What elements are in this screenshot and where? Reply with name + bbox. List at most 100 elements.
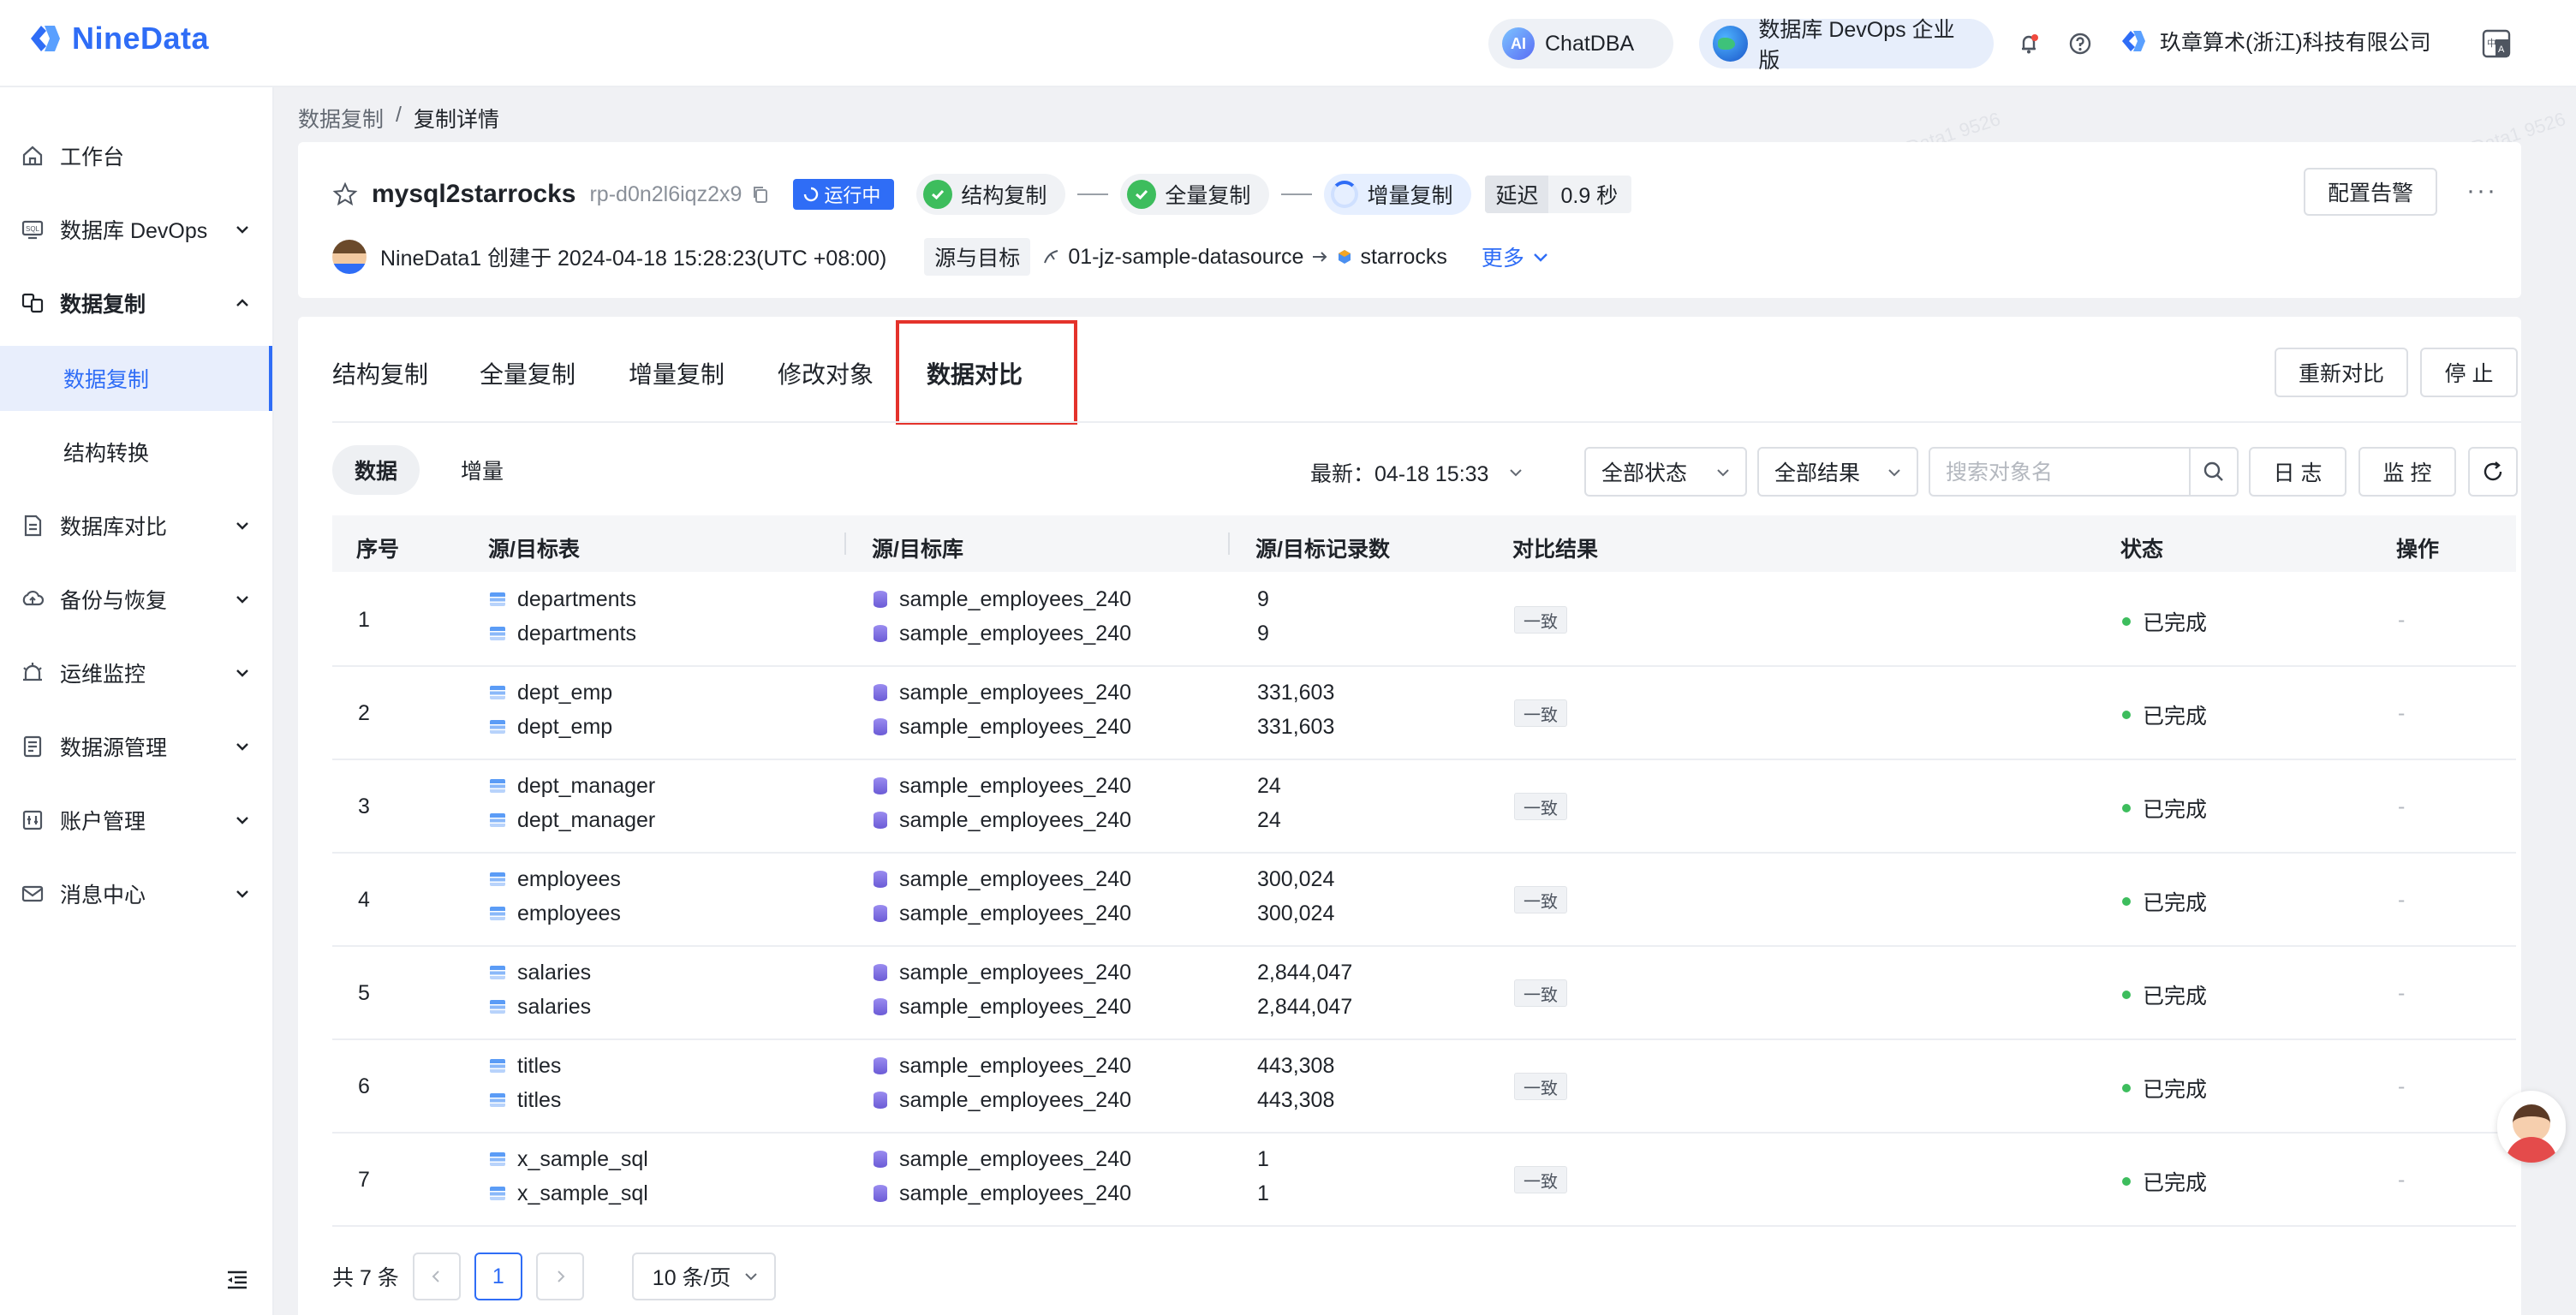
- step-schema-copy[interactable]: 结构复制: [916, 174, 1066, 215]
- source-database: sample_employees_240: [899, 960, 1132, 985]
- row-status: 已完成: [2122, 979, 2207, 1010]
- sidebar-item-label: 数据库对比: [60, 515, 168, 539]
- prev-page-button[interactable]: [412, 1253, 461, 1300]
- notification-bell-icon[interactable]: [2014, 29, 2043, 58]
- copy-icon[interactable]: [750, 184, 771, 205]
- table-icon: [490, 720, 505, 734]
- sidebar-item-backup[interactable]: 备份与恢复: [0, 567, 272, 632]
- sidebar-subitem-replication[interactable]: 数据复制: [0, 346, 272, 411]
- sidebar-item-ops-monitor[interactable]: 运维监控: [0, 640, 272, 705]
- seg-data[interactable]: 数据: [332, 445, 420, 495]
- target-database: sample_employees_240: [899, 994, 1132, 1019]
- source-datasource[interactable]: 01-jz-sample-datasource: [1068, 245, 1303, 270]
- top-bar: NineData AI ChatDBA 数据库 DevOps 企业版 玖章算术(…: [0, 0, 2576, 87]
- monitor-button[interactable]: 监 控: [2358, 447, 2456, 497]
- table-pair: employees employees: [490, 867, 621, 925]
- tab-incremental-copy[interactable]: 增量复制: [629, 356, 724, 390]
- count-pair: 1 1: [1257, 1147, 1269, 1205]
- page-size-select[interactable]: 10 条/页: [631, 1253, 776, 1300]
- search-input[interactable]: [1946, 459, 2177, 486]
- stop-button[interactable]: 停 止: [2420, 348, 2518, 397]
- refresh-button[interactable]: [2468, 447, 2518, 497]
- target-table: salaries: [517, 994, 592, 1019]
- next-page-button[interactable]: [535, 1253, 584, 1300]
- support-assistant-button[interactable]: [2497, 1091, 2566, 1163]
- column-divider: [844, 533, 846, 555]
- sidebar-item-datasource[interactable]: 数据源管理: [0, 714, 272, 779]
- brand-logo[interactable]: NineData: [26, 19, 209, 58]
- avatar: [332, 240, 367, 274]
- devops-edition-label: 数据库 DevOps 企业版: [1758, 18, 1955, 73]
- step-connector: [1281, 193, 1313, 195]
- database-icon: [874, 812, 887, 829]
- breadcrumb: 数据复制 / 复制详情: [298, 103, 499, 134]
- step-connector: [1077, 193, 1109, 195]
- table-row: 4 employees employees sample_employees_2…: [332, 854, 2516, 947]
- chevron-down-icon: [236, 522, 248, 530]
- count-pair: 2,844,047 2,844,047: [1257, 961, 1352, 1019]
- log-button[interactable]: 日 志: [2249, 447, 2346, 497]
- database-icon: [874, 1185, 887, 1202]
- search-button[interactable]: [2189, 449, 2237, 495]
- language-switch-icon[interactable]: 中A: [2482, 29, 2511, 58]
- tab-full-copy[interactable]: 全量复制: [480, 356, 575, 390]
- sidebar-subitem-schema-convert[interactable]: 结构转换: [0, 419, 272, 485]
- tab-schema-copy[interactable]: 结构复制: [332, 356, 428, 390]
- sidebar-item-messages[interactable]: 消息中心: [0, 861, 272, 926]
- monitor-icon: [23, 663, 42, 681]
- step-full-copy[interactable]: 全量复制: [1120, 174, 1270, 215]
- chatdba-button[interactable]: AI ChatDBA: [1488, 19, 1673, 68]
- tab-modify-objects[interactable]: 修改对象: [778, 356, 874, 390]
- column-header-result: 对比结果: [1512, 538, 1599, 562]
- loading-icon: [804, 187, 819, 202]
- status-dot: [2122, 991, 2131, 999]
- latest-run-label: 最新：04-18 15:33: [1310, 462, 1489, 486]
- step-incremental-copy[interactable]: 增量复制: [1324, 174, 1472, 215]
- home-icon: [22, 146, 43, 166]
- sidebar-item-account[interactable]: 账户管理: [0, 788, 272, 853]
- brand-name: NineData: [72, 21, 210, 56]
- target-table: x_sample_sql: [517, 1181, 648, 1205]
- source-table: dept_manager: [517, 773, 656, 798]
- sidebar-item-db-compare[interactable]: 数据库对比: [0, 493, 272, 558]
- chevron-down-icon: [1510, 469, 1523, 477]
- chevron-up-icon: [236, 299, 248, 306]
- sidebar-item-devops[interactable]: SQL 数据库 DevOps: [0, 197, 272, 262]
- starrocks-icon: [1339, 250, 1351, 264]
- table-icon: [490, 1093, 505, 1107]
- more-actions-icon[interactable]: ···: [2466, 176, 2497, 205]
- sidebar-item-label: 数据复制: [60, 293, 146, 317]
- status-filter-select[interactable]: 全部状态: [1584, 447, 1747, 497]
- chevron-down-icon: [236, 226, 248, 234]
- more-link[interactable]: 更多: [1482, 241, 1550, 272]
- organization-switcher[interactable]: 玖章算术(浙江)科技有限公司: [2119, 26, 2431, 57]
- database-pair: sample_employees_240 sample_employees_24…: [874, 1054, 1131, 1112]
- page-button[interactable]: 1: [474, 1253, 522, 1300]
- star-icon[interactable]: [332, 181, 358, 207]
- result-filter-select[interactable]: 全部结果: [1757, 447, 1918, 497]
- mail-icon: [21, 885, 44, 902]
- view-switch: 数据 增量: [332, 445, 526, 495]
- compare-result-tag: 一致: [1514, 979, 1567, 1007]
- latest-run-select[interactable]: 最新：04-18 15:33: [1310, 457, 1524, 488]
- configure-alert-button[interactable]: 配置告警: [2304, 168, 2437, 216]
- devops-edition-button[interactable]: 数据库 DevOps 企业版: [1699, 18, 1994, 73]
- seg-incremental[interactable]: 增量: [438, 445, 526, 495]
- refresh-icon: [2484, 461, 2502, 481]
- chatdba-label: ChatDBA: [1545, 31, 1635, 56]
- task-id: rp-d0n2l6iqz2x9: [589, 181, 742, 206]
- row-no: 5: [358, 981, 370, 1005]
- help-icon[interactable]: [2066, 29, 2095, 58]
- sidebar-item-workbench[interactable]: 工作台: [0, 123, 272, 188]
- collapse-sidebar-icon[interactable]: [224, 1267, 250, 1293]
- target-datasource[interactable]: starrocks: [1360, 245, 1446, 270]
- chevron-down-icon: [236, 669, 248, 677]
- target-table: dept_manager: [517, 807, 656, 832]
- recompare-button[interactable]: 重新对比: [2275, 348, 2408, 397]
- target-database: sample_employees_240: [899, 901, 1132, 925]
- source-database: sample_employees_240: [899, 866, 1132, 891]
- column-header-table: 源/目标表: [488, 538, 580, 562]
- source-count: 300,024: [1257, 866, 1335, 891]
- breadcrumb-parent[interactable]: 数据复制: [298, 103, 384, 134]
- sidebar-item-replication[interactable]: 数据复制: [0, 271, 272, 336]
